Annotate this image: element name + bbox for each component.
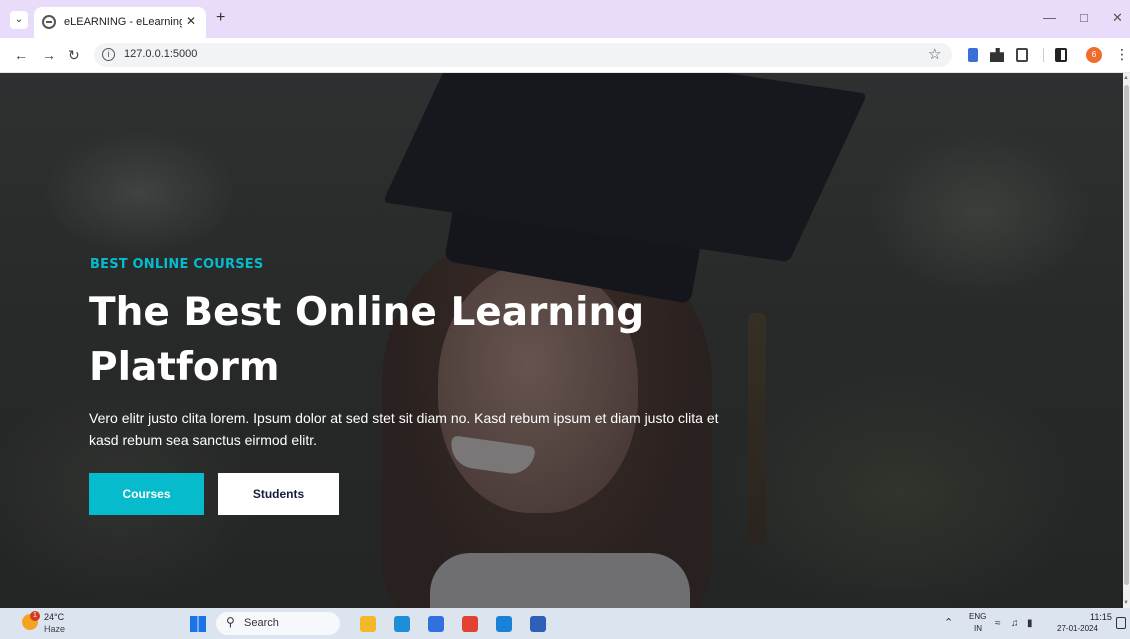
weather-description[interactable]: Haze (44, 624, 65, 634)
battery-icon[interactable]: ▮ (1027, 618, 1033, 629)
scrollbar-thumb[interactable] (1124, 85, 1129, 585)
active-tab[interactable]: eLEARNING - eLearning HTML ✕ (34, 7, 206, 38)
scroll-up-icon[interactable]: ▲ (1123, 75, 1129, 81)
profile-avatar[interactable]: 6 (1086, 47, 1102, 63)
hero-kicker: BEST ONLINE COURSES (90, 257, 264, 272)
page-scrollbar[interactable]: ▲ ▼ (1123, 73, 1130, 608)
side-panel-icon[interactable] (1055, 48, 1067, 62)
tab-search-chevron-icon[interactable]: ⌄ (10, 11, 28, 29)
minimize-icon[interactable]: — (1043, 10, 1056, 25)
hero-headline: The Best Online Learning Platform (89, 290, 645, 390)
weather-badge: 1 (30, 611, 40, 621)
chrome-icon[interactable] (462, 616, 478, 632)
extensions-puzzle-icon[interactable] (990, 48, 1004, 62)
clock-time[interactable]: 11:15 (1090, 612, 1112, 622)
students-button[interactable]: Students (218, 473, 339, 515)
clock-date[interactable]: 27-01-2024 (1057, 624, 1098, 633)
browser-tab-bar: ⌄ eLEARNING - eLearning HTML ✕ + — □ ✕ (0, 0, 1130, 38)
volume-icon[interactable]: ♫ (1011, 618, 1019, 629)
weather-temperature[interactable]: 24°C (44, 612, 64, 622)
language-indicator[interactable]: ENG (969, 612, 986, 621)
wifi-icon[interactable]: ≈ (995, 618, 1001, 629)
hero-lead-text: Vero elitr justo clita lorem. Ipsum dolo… (89, 410, 719, 448)
address-bar-row: ← → ↻ i 127.0.0.1:5000 ☆ 6 ⋮ (0, 38, 1130, 73)
region-indicator[interactable]: IN (974, 624, 982, 633)
globe-icon (42, 15, 56, 29)
hero-section: BEST ONLINE COURSES The Best Online Lear… (0, 73, 1123, 608)
url-text[interactable]: 127.0.0.1:5000 (124, 48, 197, 60)
bookmark-star-icon[interactable]: ☆ (928, 45, 941, 63)
back-icon[interactable]: ← (14, 47, 28, 63)
toolbar-divider (1043, 48, 1044, 62)
search-placeholder: Search (244, 617, 279, 629)
windows-taskbar: 1 24°C Haze ⚲ Search ⌃ ENG IN ≈ ♫ ▮ 11:1… (0, 608, 1130, 639)
extension-icon[interactable] (968, 48, 978, 62)
tray-overflow-icon[interactable]: ⌃ (944, 616, 953, 629)
file-explorer-icon[interactable] (360, 616, 376, 632)
vscode-icon[interactable] (496, 616, 512, 632)
omnibox[interactable]: i 127.0.0.1:5000 ☆ (94, 43, 952, 67)
new-tab-icon[interactable]: + (216, 9, 225, 27)
browser-menu-icon[interactable]: ⋮ (1115, 46, 1129, 63)
edge-icon[interactable] (394, 616, 410, 632)
site-info-icon[interactable]: i (102, 48, 115, 61)
courses-button[interactable]: Courses (89, 473, 204, 515)
downloads-icon[interactable] (1016, 48, 1028, 62)
notifications-icon[interactable] (1116, 617, 1126, 629)
tab-title: eLEARNING - eLearning HTML (64, 16, 182, 28)
word-icon[interactable] (530, 616, 546, 632)
restore-icon[interactable]: □ (1080, 10, 1088, 25)
store-icon[interactable] (428, 616, 444, 632)
close-tab-icon[interactable]: ✕ (186, 14, 196, 28)
scroll-down-icon[interactable]: ▼ (1123, 600, 1129, 606)
forward-icon[interactable]: → (42, 47, 56, 63)
taskbar-search[interactable]: ⚲ Search (216, 612, 340, 635)
reload-icon[interactable]: ↻ (68, 47, 80, 64)
window-close-icon[interactable]: ✕ (1112, 10, 1123, 26)
search-icon: ⚲ (226, 615, 235, 629)
windows-start-icon[interactable] (190, 616, 206, 632)
